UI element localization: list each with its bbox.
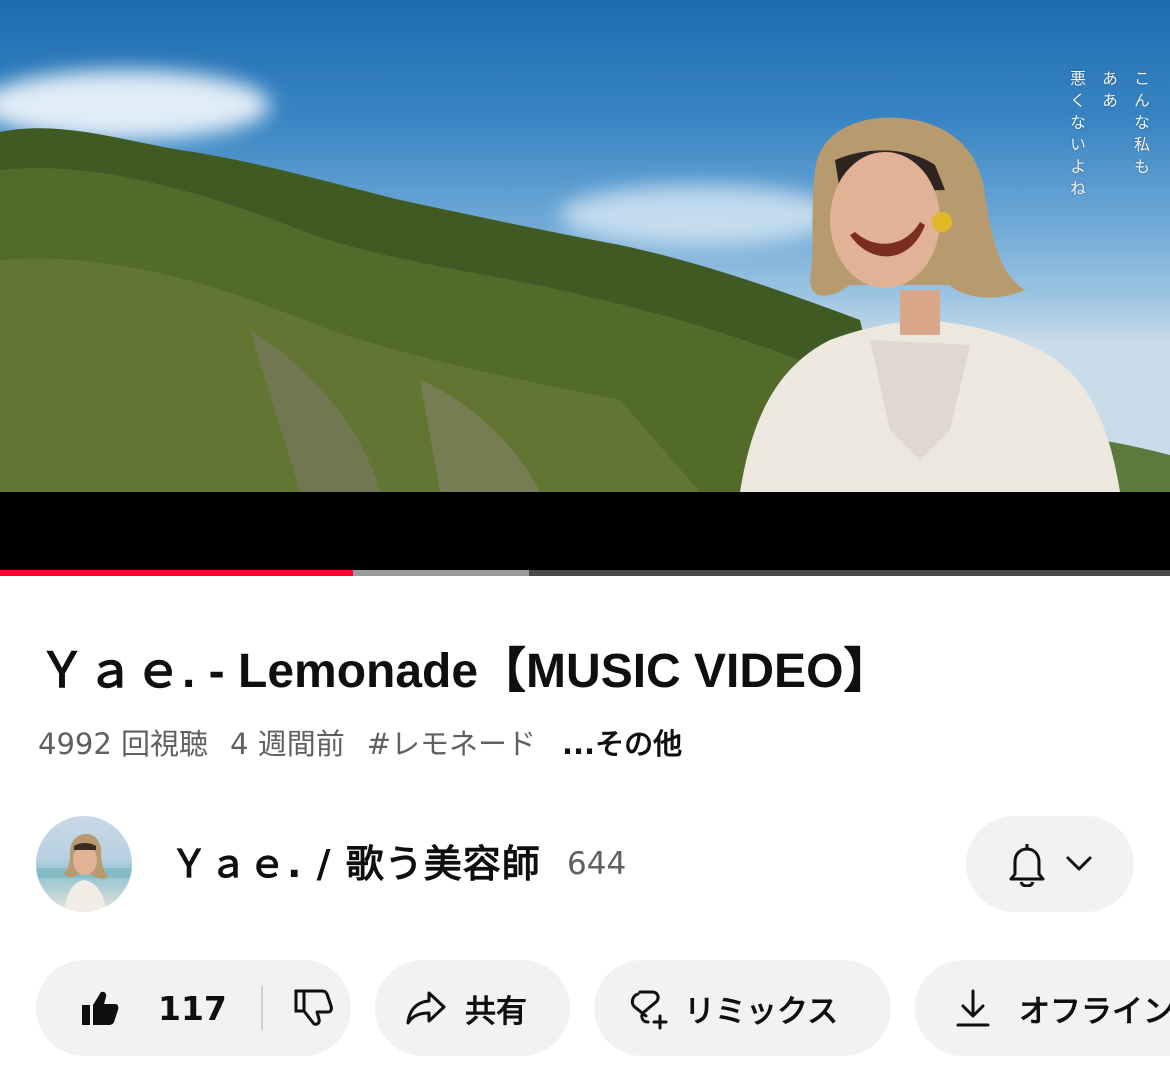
- channel-row: Ｙａｅ. / 歌う美容師 644: [0, 816, 1170, 912]
- remix-label: リミックス: [684, 993, 839, 1030]
- chevron-down-icon: [1065, 855, 1093, 873]
- more-description-link[interactable]: ...その他: [562, 724, 682, 764]
- channel-name[interactable]: Ｙａｅ. / 歌う美容師: [170, 840, 541, 888]
- dislike-icon[interactable]: [293, 989, 333, 1027]
- download-icon: [955, 988, 991, 1028]
- lyric-line-3: 悪くないよね: [1067, 70, 1086, 202]
- remix-button[interactable]: リミックス: [594, 960, 891, 1056]
- hashtag-link[interactable]: #レモネード: [367, 724, 536, 764]
- subscriber-count: 644: [567, 846, 627, 882]
- action-bar: 117 共有 リミックス オフライン: [0, 960, 1170, 1056]
- like-dislike-pill: 117: [36, 960, 351, 1056]
- lyric-line-1: こんな私も: [1131, 70, 1150, 180]
- video-player[interactable]: こんな私も ああ 悪くないよね: [0, 0, 1170, 576]
- bell-icon: [1007, 841, 1047, 887]
- notification-subscribe-button[interactable]: [966, 816, 1134, 912]
- lyric-line-2: ああ: [1099, 70, 1118, 114]
- video-title: Ｙａｅ. - Lemonade【MUSIC VIDEO】: [38, 645, 892, 698]
- like-count[interactable]: 117: [158, 989, 227, 1028]
- lyric-overlay: こんな私も ああ 悪くないよね: [824, 70, 1152, 202]
- share-button[interactable]: 共有: [375, 960, 570, 1056]
- like-divider: [260, 986, 263, 1030]
- view-count: 4992 回視聴: [38, 727, 209, 761]
- video-meta[interactable]: 4992 回視聴 4 週間前 #レモネード ...その他: [38, 724, 682, 764]
- avatar-image: [36, 834, 132, 912]
- video-frame[interactable]: こんな私も ああ 悪くないよね: [0, 0, 1170, 492]
- channel-avatar[interactable]: [36, 816, 132, 912]
- share-icon: [405, 990, 447, 1026]
- remix-icon: [626, 986, 670, 1030]
- upload-age: 4 週間前: [230, 727, 345, 761]
- share-label: 共有: [465, 993, 527, 1030]
- like-icon[interactable]: [80, 989, 120, 1027]
- offline-label: オフライン: [1019, 993, 1170, 1030]
- download-offline-button[interactable]: オフライン: [915, 960, 1170, 1056]
